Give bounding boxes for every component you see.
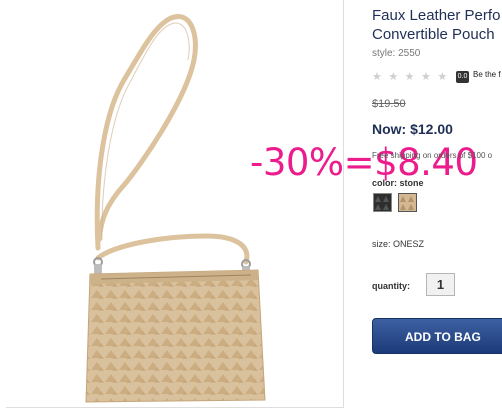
quantity-input[interactable]: 1 bbox=[426, 273, 455, 296]
original-price: $19.50 bbox=[372, 98, 406, 110]
size-label: size: ONESZ bbox=[372, 239, 425, 249]
star-icon: ★ bbox=[388, 70, 399, 83]
add-to-bag-button[interactable]: ADD TO BAG bbox=[372, 318, 502, 354]
rating-badge: 0.0 bbox=[455, 70, 470, 83]
color-swatch-stone[interactable] bbox=[398, 193, 417, 212]
quantity-label: quantity: bbox=[372, 281, 410, 291]
star-icon: ★ bbox=[404, 70, 415, 83]
style-number: style: 2550 bbox=[372, 48, 421, 59]
swatch-pattern-icon bbox=[400, 196, 414, 210]
handbag-image bbox=[85, 14, 266, 403]
color-swatch-black[interactable] bbox=[373, 193, 392, 212]
product-title: Faux Leather Perfo Convertible Pouch bbox=[372, 6, 500, 44]
star-icon: ★ bbox=[372, 70, 382, 83]
star-icon: ★ bbox=[420, 70, 431, 83]
write-review-link[interactable]: Be the f bbox=[473, 70, 501, 79]
product-title-line-1: Faux Leather Perfo bbox=[372, 7, 501, 24]
product-title-line-2: Convertible Pouch bbox=[372, 26, 495, 43]
discount-overlay: -30%=$8.40 bbox=[250, 141, 478, 184]
swatch-pattern-icon bbox=[375, 196, 389, 210]
rating-stars[interactable]: ★ ★ ★ ★ ★ 0.0 bbox=[372, 68, 470, 83]
product-image[interactable] bbox=[6, 0, 344, 408]
sale-price: Now: $12.00 bbox=[372, 121, 453, 137]
color-label: color: stone bbox=[372, 178, 424, 188]
star-icon: ★ bbox=[437, 70, 448, 83]
shipping-promo: Free shipping on orders of $100 o bbox=[372, 151, 493, 160]
